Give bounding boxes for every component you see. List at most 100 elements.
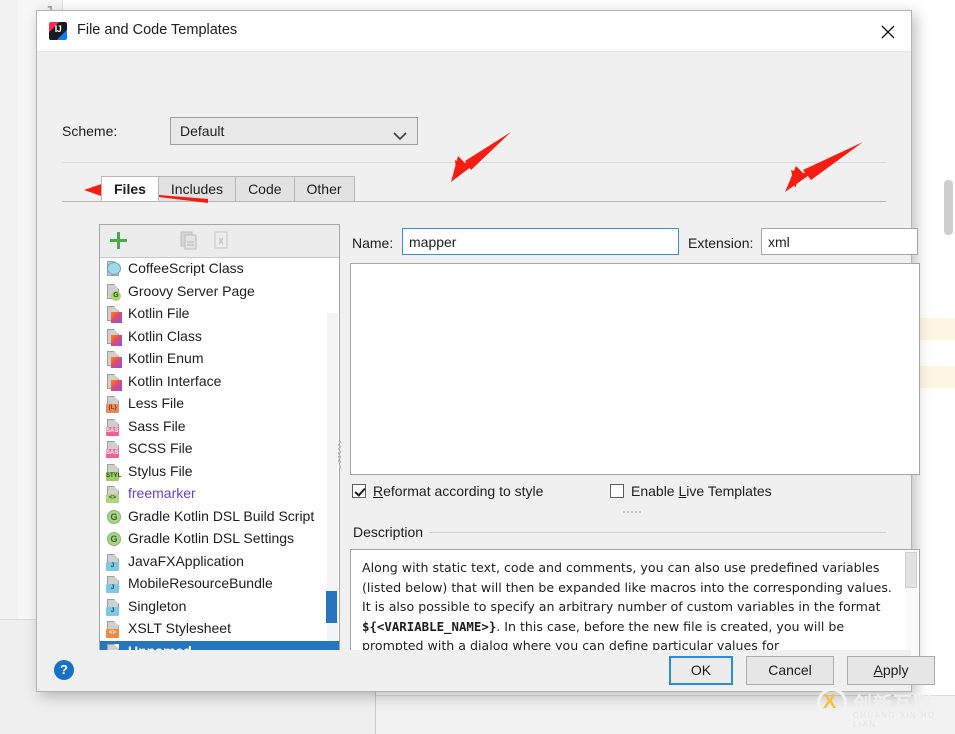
template-list-panel: CoffeeScript Class G Groovy Server Page Kot… bbox=[99, 224, 340, 676]
file-and-code-templates-dialog: File and Code Templates Scheme: Default … bbox=[36, 10, 935, 692]
template-list-item[interactable]: Kotlin File bbox=[100, 303, 339, 326]
remove-template-icon bbox=[210, 229, 236, 253]
tabs-bottom-border bbox=[62, 201, 886, 202]
template-list-item[interactable]: J MobileResourceBundle bbox=[100, 573, 339, 596]
template-list-item[interactable]: SASS Sass File bbox=[100, 416, 339, 439]
gradle-icon: G bbox=[106, 531, 122, 548]
kotlin-file-icon bbox=[106, 351, 122, 368]
template-list-item-label: Singleton bbox=[128, 597, 187, 614]
template-list-item-label: Kotlin Enum bbox=[128, 350, 204, 366]
template-list-item-label: Stylus File bbox=[128, 462, 193, 479]
scheme-divider bbox=[62, 162, 886, 163]
template-list-item[interactable]: Kotlin Enum bbox=[100, 348, 339, 371]
template-list-item[interactable]: Kotlin Class bbox=[100, 326, 339, 349]
less-file-icon: {L} bbox=[106, 396, 122, 413]
tab-other[interactable]: Other bbox=[293, 176, 355, 201]
template-list-item[interactable]: SASS SCSS File bbox=[100, 438, 339, 461]
template-list-item[interactable]: Kotlin Interface bbox=[100, 371, 339, 394]
coffeescript-file-icon bbox=[106, 261, 122, 278]
dialog-title-bar: File and Code Templates bbox=[37, 11, 911, 52]
extension-label: Extension: bbox=[688, 235, 754, 251]
template-list-scrollbar-track[interactable] bbox=[326, 313, 338, 641]
description-group-divider bbox=[421, 532, 886, 533]
template-list-item[interactable]: CoffeeScript Class bbox=[100, 258, 339, 281]
template-list-item-label: SCSS File bbox=[128, 440, 193, 456]
kotlin-file-icon bbox=[106, 306, 122, 323]
editor-resize-grip[interactable] bbox=[339, 438, 345, 468]
java-file-icon: J bbox=[106, 598, 122, 616]
java-file-icon: J bbox=[106, 576, 122, 593]
name-label: Name: bbox=[352, 235, 394, 251]
sass-file-icon: SASS bbox=[106, 418, 122, 436]
description-group-label: Description bbox=[353, 524, 430, 540]
description-variable-format: ${<VARIABLE_NAME>} bbox=[362, 618, 497, 634]
watermark-pinyin-text: CHUANG XIN HU LIAN bbox=[853, 711, 936, 729]
template-list-item[interactable]: <> XSLT Stylesheet bbox=[100, 618, 339, 641]
name-input[interactable] bbox=[402, 228, 679, 255]
help-icon[interactable]: ? bbox=[54, 660, 74, 680]
stylus-file-icon: STYL bbox=[106, 463, 122, 481]
template-list-item-label: Less File bbox=[128, 395, 185, 411]
scheme-dropdown[interactable]: Default bbox=[170, 117, 418, 145]
template-list-item-label: Kotlin Class bbox=[128, 327, 202, 344]
freemarker-file-icon: <> bbox=[106, 486, 122, 503]
tab-includes[interactable]: Includes bbox=[157, 176, 237, 201]
kotlin-file-icon bbox=[106, 373, 122, 391]
enable-live-templates-label: Enable Live Templates bbox=[631, 483, 772, 499]
tab-code[interactable]: Code bbox=[235, 176, 295, 201]
apply-button[interactable]: Apply bbox=[847, 656, 935, 685]
panel-resize-grip[interactable] bbox=[622, 500, 644, 513]
template-list-item-label: Gradle Kotlin DSL Settings bbox=[128, 530, 295, 546]
template-list-item-label: MobileResourceBundle bbox=[128, 575, 273, 591]
scheme-value: Default bbox=[180, 123, 225, 139]
watermark: X 创新互联 CHUANG XIN HU LIAN bbox=[807, 682, 947, 729]
checkbox-box-reformat[interactable] bbox=[352, 484, 366, 498]
template-list-item[interactable]: J JavaFXApplication bbox=[100, 551, 339, 574]
template-list-item[interactable]: STYL Stylus File bbox=[100, 461, 339, 484]
intellij-idea-icon bbox=[49, 22, 67, 40]
scheme-label: Scheme: bbox=[62, 123, 118, 139]
template-list-item-label: JavaFXApplication bbox=[128, 552, 244, 569]
copy-template-icon bbox=[178, 229, 204, 253]
editor-vertical-scrollbar[interactable] bbox=[944, 180, 953, 235]
gradle-icon: G bbox=[106, 509, 122, 526]
extension-input[interactable] bbox=[761, 228, 918, 255]
description-scrollbar-thumb[interactable] bbox=[905, 552, 917, 588]
plus-icon[interactable] bbox=[106, 229, 132, 253]
java-file-icon: J bbox=[106, 553, 122, 571]
template-list-item-label: freemarker bbox=[128, 485, 196, 501]
kotlin-file-icon bbox=[106, 328, 122, 346]
dialog-title: File and Code Templates bbox=[77, 22, 238, 38]
checkbox-box-live-templates[interactable] bbox=[610, 484, 624, 498]
close-icon[interactable] bbox=[865, 11, 911, 51]
groovy-file-icon: G bbox=[106, 283, 122, 301]
template-list-item-label: CoffeeScript Class bbox=[128, 260, 244, 276]
template-list-item[interactable]: G Gradle Kotlin DSL Build Script bbox=[100, 506, 339, 529]
template-category-tabs: Files Includes Code Other bbox=[101, 176, 355, 202]
scss-file-icon: SASS bbox=[106, 441, 122, 458]
template-list[interactable]: CoffeeScript Class G Groovy Server Page Kot… bbox=[100, 258, 339, 676]
tab-files[interactable]: Files bbox=[101, 176, 159, 201]
template-list-item-label: Kotlin Interface bbox=[128, 372, 222, 389]
watermark-mark: X bbox=[823, 691, 837, 713]
ok-button[interactable]: OK bbox=[669, 656, 733, 685]
template-list-item-label: Sass File bbox=[128, 417, 186, 434]
template-list-item[interactable]: <> freemarker bbox=[100, 483, 339, 506]
reformat-label: Reformat according to style bbox=[373, 483, 544, 499]
template-list-item[interactable]: {L} Less File bbox=[100, 393, 339, 416]
dialog-body: Scheme: Default Files Includes Code Other bbox=[37, 52, 920, 691]
template-list-item[interactable]: J Singleton bbox=[100, 596, 339, 619]
cancel-button[interactable]: Cancel bbox=[746, 656, 834, 685]
description-line-1: Along with static text, code and comment… bbox=[362, 560, 892, 595]
description-text: Along with static text, code and comment… bbox=[362, 558, 897, 656]
template-list-item-label: Groovy Server Page bbox=[128, 282, 255, 299]
template-list-item[interactable]: G Groovy Server Page bbox=[100, 281, 339, 304]
dialog-footer: ? OK Cancel Apply bbox=[37, 650, 935, 691]
chevron-down-icon bbox=[393, 128, 407, 146]
template-list-toolbar bbox=[100, 225, 339, 258]
template-list-item-label: Kotlin File bbox=[128, 305, 190, 321]
template-list-item-label: Gradle Kotlin DSL Build Script bbox=[128, 507, 315, 524]
template-list-scrollbar-thumb[interactable] bbox=[326, 591, 337, 623]
template-list-item[interactable]: G Gradle Kotlin DSL Settings bbox=[100, 528, 339, 551]
template-content-editor[interactable] bbox=[350, 263, 920, 475]
